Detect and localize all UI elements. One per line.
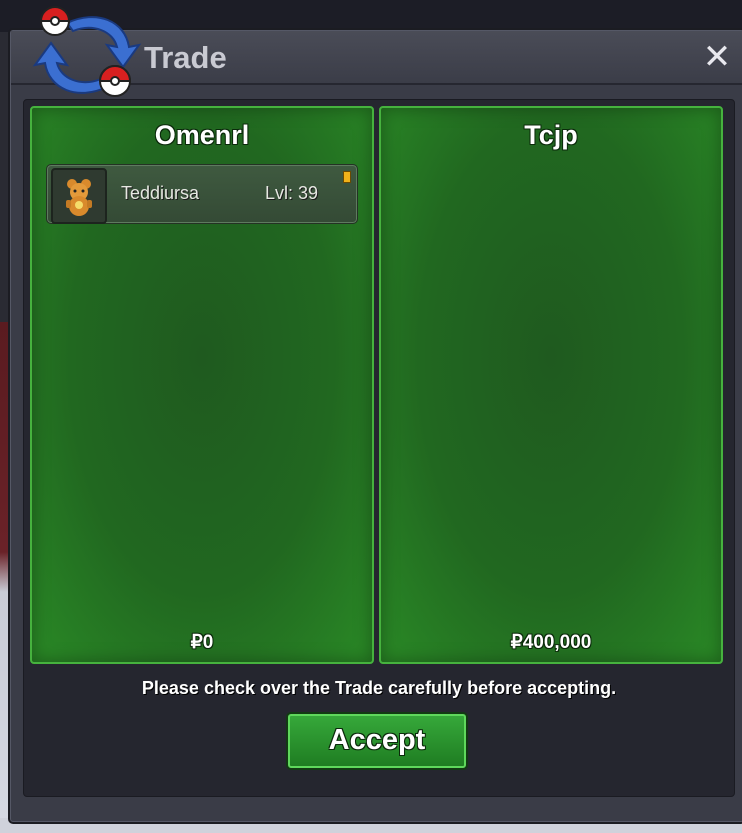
- left-player-name: Omenrl: [154, 120, 250, 150]
- accept-button[interactable]: Accept: [288, 714, 466, 768]
- trade-arrows-pokeball-icon: [32, 6, 142, 97]
- teddiursa-sprite-icon: [66, 179, 92, 216]
- right-money-offer: ₽400,000: [510, 632, 592, 653]
- window-title: Trade: [144, 40, 227, 75]
- pokemon-icon-box: [51, 168, 107, 224]
- pokemon-level: Lvl: 39: [265, 183, 319, 203]
- right-player-name: Tcjp: [524, 120, 578, 150]
- left-money-offer: ₽0: [190, 632, 214, 653]
- held-item-icon: [343, 171, 351, 183]
- left-trade-panel: Omenrl Teddiursa Lvl: 39 ₽0: [30, 106, 374, 664]
- trade-notice: Please check over the Trade carefully be…: [141, 678, 617, 698]
- pokemon-offer-row[interactable]: Teddiursa Lvl: 39: [46, 164, 358, 224]
- right-trade-panel: Tcjp ₽400,000: [379, 106, 723, 664]
- close-icon[interactable]: ✕: [701, 40, 733, 74]
- trade-window: Trade ✕ Omenrl Teddiursa Lvl: 39 ₽0 Tcjp…: [10, 6, 742, 822]
- pokemon-name: Teddiursa: [121, 183, 200, 203]
- trade-content: Omenrl Teddiursa Lvl: 39 ₽0 Tcjp ₽400,00…: [23, 99, 735, 797]
